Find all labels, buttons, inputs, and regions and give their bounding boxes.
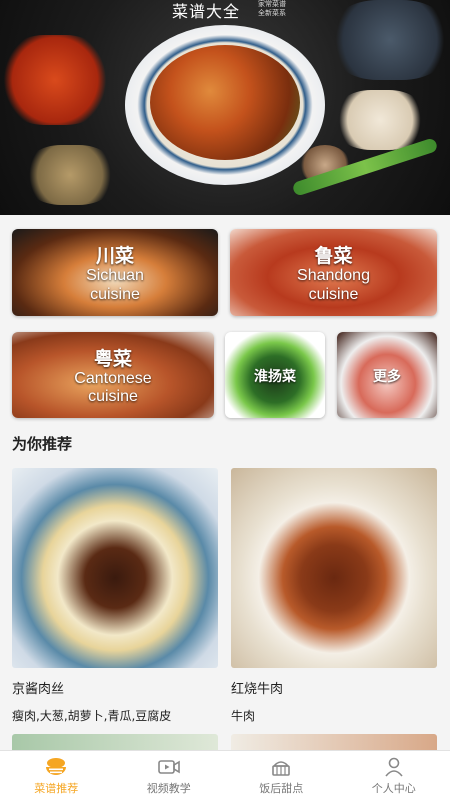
recipe-card[interactable]: 红烧牛肉 牛肉 (231, 468, 437, 724)
cake-icon (272, 760, 291, 776)
category-shandong[interactable]: 鲁菜 Shandong cuisine (230, 229, 437, 316)
category-cantonese[interactable]: 粤菜 Cantonese cuisine (12, 332, 214, 418)
recipe-photo[interactable] (12, 468, 218, 668)
tab-video[interactable]: 视频教学 (113, 751, 226, 800)
tab-profile-label: 个人中心 (371, 781, 416, 795)
bottom-tab-bar: 菜谱推荐 视频教学 饭后甜点 个人中心 (0, 750, 450, 800)
bowl-icon (46, 757, 67, 775)
app-root: 菜谱大全 家常菜谱 全新菜系 川菜 Sichuan cuisine 鲁菜 Sha… (0, 0, 450, 800)
banner-title: 菜谱大全 (172, 2, 241, 21)
tab-dessert[interactable]: 饭后甜点 (225, 751, 338, 800)
tab-profile[interactable]: 个人中心 (338, 751, 450, 800)
category-sichuan-cn: 川菜 (95, 245, 134, 267)
banner-crab-decoration (330, 0, 450, 80)
category-sichuan[interactable]: 川菜 Sichuan cuisine (12, 229, 218, 316)
person-icon (385, 757, 403, 777)
recipe-name: 红烧牛肉 (231, 682, 284, 697)
recommend-section-title: 为你推荐 (12, 435, 73, 453)
category-sichuan-en1: Sichuan (86, 267, 144, 284)
category-huaiyang-cn: 淮扬菜 (254, 369, 296, 385)
tab-video-label: 视频教学 (146, 781, 191, 795)
category-sichuan-en2: cuisine (90, 286, 140, 303)
category-huaiyang[interactable]: 淮扬菜 (225, 332, 325, 418)
banner-subtitle-line1: 家常菜谱 (258, 0, 286, 8)
recipe-card[interactable]: 京酱肉丝 瘦肉,大葱,胡萝卜,青瓜,豆腐皮 (12, 468, 218, 724)
category-shandong-en2: cuisine (308, 286, 359, 303)
category-cantonese-en2: cuisine (88, 388, 138, 405)
banner-dish (150, 45, 300, 160)
banner-subtitle-line2: 全新菜系 (258, 9, 286, 17)
recipe-card-next-peek[interactable] (231, 734, 437, 750)
recipe-ingredients: 瘦肉,大葱,胡萝卜,青瓜,豆腐皮 (12, 709, 172, 723)
tab-recipes[interactable]: 菜谱推荐 (0, 751, 113, 800)
category-more[interactable]: 更多 (337, 332, 437, 418)
banner-chili-decoration (0, 35, 110, 125)
recipe-photo[interactable] (231, 468, 437, 668)
category-shandong-cn: 鲁菜 (314, 245, 353, 267)
tab-dessert-label: 饭后甜点 (259, 781, 304, 795)
category-shandong-en1: Shandong (297, 267, 370, 284)
hero-banner[interactable]: 菜谱大全 家常菜谱 全新菜系 (0, 0, 450, 215)
banner-lotus-decoration (335, 90, 425, 150)
category-cantonese-cn: 粤菜 (93, 348, 132, 370)
recipe-card-next-peek[interactable] (12, 734, 218, 750)
recipe-name: 京酱肉丝 (12, 682, 65, 697)
tab-recipes-label: 菜谱推荐 (34, 781, 79, 795)
video-icon (157, 759, 180, 774)
category-more-cn: 更多 (373, 369, 401, 385)
recipe-ingredients: 牛肉 (231, 709, 256, 723)
banner-subtitle: 家常菜谱 全新菜系 (258, 0, 286, 18)
category-cantonese-en1: Cantonese (74, 370, 152, 387)
banner-herb-decoration (25, 145, 115, 205)
